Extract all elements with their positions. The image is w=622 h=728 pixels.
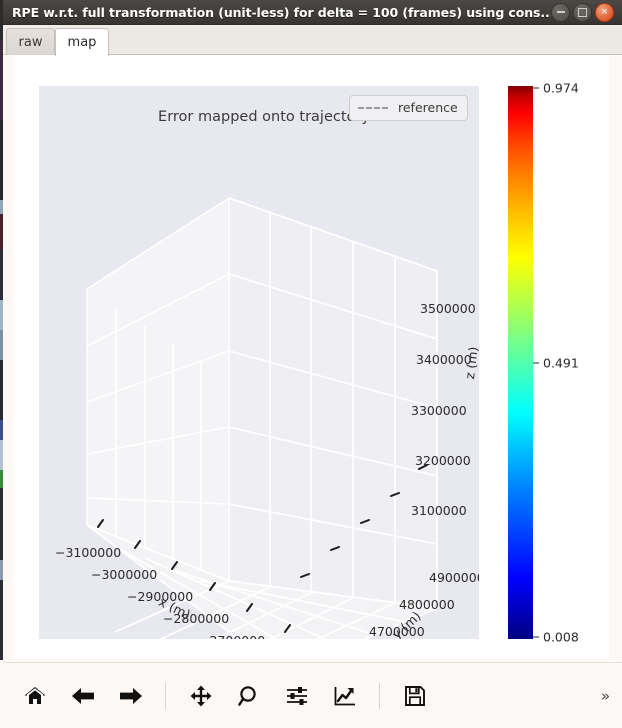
chart-line-icon xyxy=(334,686,355,705)
x-tick-label-2: −3000000 xyxy=(91,567,158,582)
tab-map-label: map xyxy=(67,35,97,50)
colorbar-tick-mark-mid xyxy=(533,362,539,364)
z-tick-label-2: 3200000 xyxy=(415,453,471,468)
subplots-button[interactable] xyxy=(277,676,317,716)
legend-line-icon xyxy=(358,106,388,109)
tab-raw-label: raw xyxy=(18,34,43,50)
tab-raw[interactable]: raw xyxy=(6,28,55,55)
y-tick-label-4: 4800000 xyxy=(399,597,455,612)
colorbar[interactable]: 0.974 0.491 0.008 xyxy=(508,81,604,645)
y-tick-label-5: 4900000 xyxy=(429,570,479,585)
tab-bar: raw map xyxy=(3,25,622,56)
close-icon: × xyxy=(600,6,609,17)
sliders-icon xyxy=(287,686,307,705)
toolbar-separator-1 xyxy=(165,682,166,709)
maximize-button[interactable] xyxy=(573,2,592,22)
x-tick-label-1: −3100000 xyxy=(55,545,122,560)
maximize-icon xyxy=(578,7,587,17)
window-controls: × xyxy=(551,2,622,22)
colorbar-gradient xyxy=(508,86,533,639)
colorbar-tick-label-mid: 0.491 xyxy=(543,355,579,371)
floppy-disk-icon xyxy=(405,685,425,706)
tab-strip-filler xyxy=(109,28,622,55)
figure-canvas-area: Error mapped onto trajectory reference 3… xyxy=(3,55,622,660)
colorbar-tick-max: 0.974 xyxy=(533,81,579,96)
close-button[interactable]: × xyxy=(595,2,614,22)
legend-entry-label: reference xyxy=(398,100,458,115)
matplotlib-toolbar: » xyxy=(3,662,622,728)
home-icon xyxy=(24,686,46,704)
move-icon xyxy=(190,685,212,706)
toolbar-separator-2 xyxy=(379,682,380,709)
colorbar-tick-mark-max xyxy=(533,87,539,89)
tab-map[interactable]: map xyxy=(55,28,109,56)
zoom-button[interactable] xyxy=(229,676,269,716)
z-tick-label-5: 3500000 xyxy=(420,301,476,316)
home-button[interactable] xyxy=(15,676,55,716)
axes-3d[interactable]: Error mapped onto trajectory reference 3… xyxy=(39,86,479,639)
forward-button[interactable] xyxy=(111,676,151,716)
window-title: RPE w.r.t. full transformation (unit-les… xyxy=(12,4,551,20)
z-axis-label: z (m) xyxy=(462,345,479,380)
toolbar-overflow-button[interactable]: » xyxy=(601,687,622,705)
colorbar-tick-mark-min xyxy=(533,636,539,638)
z-tick-label-1: 3100000 xyxy=(411,503,467,518)
arrow-right-icon xyxy=(120,687,142,704)
matplotlib-figure[interactable]: Error mapped onto trajectory reference 3… xyxy=(13,55,609,658)
minimize-button[interactable] xyxy=(551,2,570,22)
minimize-icon xyxy=(556,11,565,13)
pan-button[interactable] xyxy=(181,676,221,716)
magnifier-icon xyxy=(238,685,256,706)
colorbar-tick-label-max: 0.974 xyxy=(543,80,579,96)
legend[interactable]: reference xyxy=(349,95,468,121)
customize-button[interactable] xyxy=(325,676,365,716)
x-tick-label-5: −2700000 xyxy=(199,633,265,639)
save-button[interactable] xyxy=(395,676,435,716)
application-window: RPE w.r.t. full transformation (unit-les… xyxy=(0,0,622,728)
colorbar-tick-label-min: 0.008 xyxy=(543,629,579,645)
colorbar-tick-min: 0.008 xyxy=(533,630,579,645)
arrow-left-icon xyxy=(72,687,94,704)
z-tick-label-3: 3300000 xyxy=(411,403,467,418)
title-bar: RPE w.r.t. full transformation (unit-les… xyxy=(3,0,622,25)
back-button[interactable] xyxy=(63,676,103,716)
colorbar-tick-mid: 0.491 xyxy=(533,356,579,371)
